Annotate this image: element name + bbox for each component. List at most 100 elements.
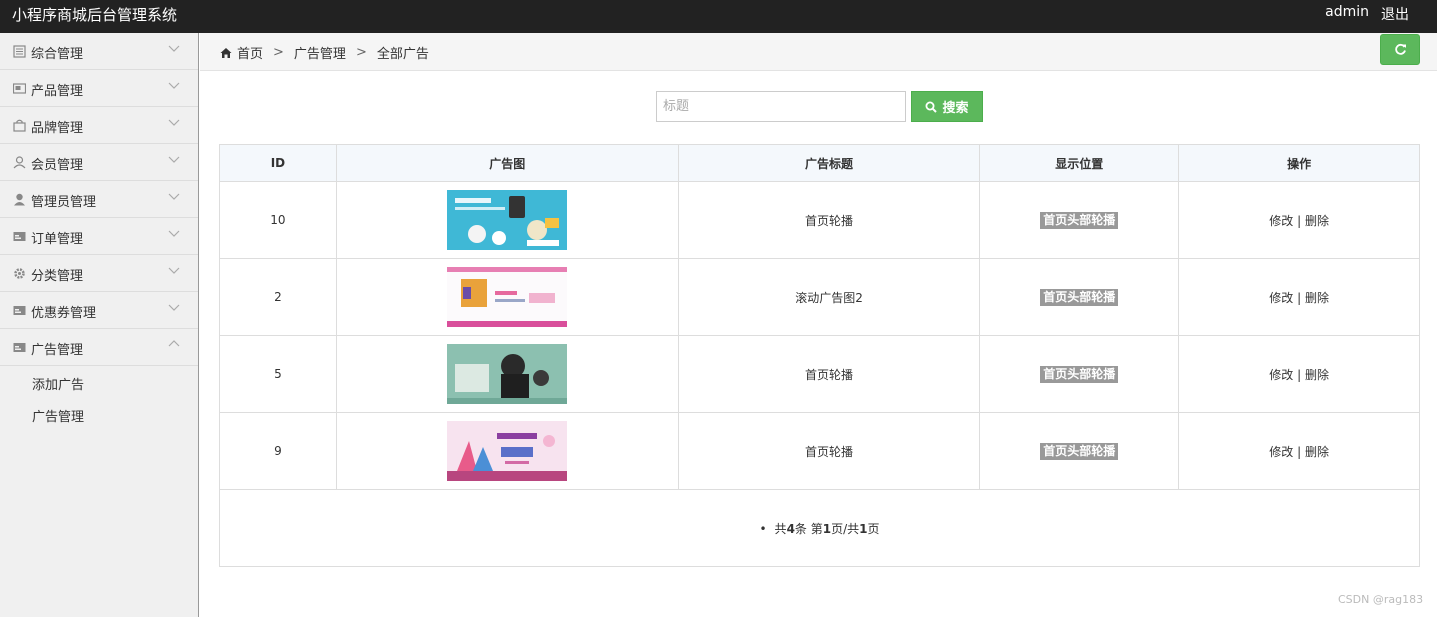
delete-link[interactable]: 删除 <box>1305 291 1329 305</box>
sidebar-item-orders[interactable]: 订单管理 <box>0 218 198 255</box>
bullet-icon: • <box>759 521 767 536</box>
position-badge: 首页头部轮播 <box>1040 442 1119 460</box>
edit-link[interactable]: 修改 <box>1269 445 1293 459</box>
column-header-actions: 操作 <box>1178 144 1420 182</box>
card-icon <box>13 341 26 354</box>
position-badge: 首页头部轮播 <box>1040 211 1119 229</box>
pager-suffix: 页 <box>867 521 880 536</box>
cell-actions: 修改 | 删除 <box>1178 258 1420 336</box>
edit-link[interactable]: 修改 <box>1269 291 1293 305</box>
sidebar-item-label: 优惠券管理 <box>31 306 97 321</box>
sidebar-item-label: 综合管理 <box>31 47 84 62</box>
sidebar-item-categories[interactable]: 分类管理 <box>0 255 198 292</box>
search-input[interactable] <box>656 91 906 122</box>
refresh-icon <box>1395 43 1406 55</box>
card-icon <box>13 230 26 243</box>
submenu-ad-management[interactable]: 广告管理 <box>0 402 198 434</box>
chevron-down-icon <box>168 304 180 311</box>
position-badge: 首页头部轮播 <box>1040 365 1119 383</box>
pagination: • 共4条 第1页/共1页 <box>219 489 1420 567</box>
pager-mid2: 页/共 <box>831 521 860 536</box>
pagination-row: • 共4条 第1页/共1页 <box>219 489 1420 567</box>
image-icon <box>12 82 27 95</box>
action-separator: | <box>1297 367 1302 382</box>
sidebar-item-label: 会员管理 <box>31 158 84 173</box>
action-separator: | <box>1297 444 1302 459</box>
cell-title: 首页轮播 <box>677 335 981 413</box>
delete-link[interactable]: 删除 <box>1305 368 1329 382</box>
user-icon <box>13 193 26 206</box>
edit-link[interactable]: 修改 <box>1269 214 1293 228</box>
delete-link[interactable]: 删除 <box>1305 445 1329 459</box>
chevron-down-icon <box>168 45 180 52</box>
sidebar-item-admins[interactable]: 管理员管理 <box>0 181 198 218</box>
sidebar-item-members[interactable]: 会员管理 <box>0 144 198 181</box>
refresh-button[interactable] <box>1380 34 1420 65</box>
table-row: 2 滚动广告图2 首页头部轮播 修改 | 删除 <box>219 258 1420 336</box>
cell-image <box>335 412 679 490</box>
cell-id: 9 <box>219 412 337 490</box>
sidebar-submenu-ads: 添加广告 广告管理 <box>0 366 198 434</box>
breadcrumb-separator: > <box>355 45 367 60</box>
pager-page-count: 1 <box>859 521 868 536</box>
delete-link[interactable]: 删除 <box>1305 214 1329 228</box>
sidebar-item-coupons[interactable]: 优惠券管理 <box>0 292 198 329</box>
sidebar: 综合管理 产品管理 品牌管理 会员管理 管理员管理 订单管理 分类管理 优惠券管… <box>0 33 199 617</box>
chevron-down-icon <box>168 230 180 237</box>
cell-actions: 修改 | 删除 <box>1178 412 1420 490</box>
app-title: 小程序商城后台管理系统 <box>12 6 178 24</box>
cell-actions: 修改 | 删除 <box>1178 335 1420 413</box>
sidebar-item-ads[interactable]: 广告管理 <box>0 329 198 366</box>
search-button-label: 搜索 <box>942 101 969 116</box>
sidebar-item-label: 管理员管理 <box>31 195 97 210</box>
gear-icon <box>13 267 26 280</box>
home-icon <box>220 47 232 58</box>
search-button[interactable]: 搜索 <box>911 91 983 122</box>
chevron-down-icon <box>168 119 180 126</box>
breadcrumb-separator: > <box>273 45 284 60</box>
bag-icon <box>13 119 26 132</box>
breadcrumb-all-ads: 全部广告 <box>376 47 429 62</box>
action-separator: | <box>1297 290 1302 305</box>
logout-link[interactable]: 退出 <box>1381 4 1409 24</box>
cell-id: 2 <box>219 258 337 336</box>
cell-position: 首页头部轮播 <box>979 181 1180 259</box>
submenu-add-ad[interactable]: 添加广告 <box>0 370 198 402</box>
table-row: 9 首页轮播 首页头部轮播 修改 | 删除 <box>219 412 1420 490</box>
sidebar-item-general[interactable]: 综合管理 <box>0 33 198 70</box>
column-header-id: ID <box>219 144 337 182</box>
table-row: 5 首页轮播 首页头部轮播 修改 | 删除 <box>219 335 1420 413</box>
breadcrumb-ad-management[interactable]: 广告管理 <box>294 43 346 62</box>
chevron-down-icon <box>168 82 180 89</box>
column-header-image: 广告图 <box>335 144 679 182</box>
sidebar-item-label: 品牌管理 <box>31 121 84 136</box>
pager-current-page: 1 <box>822 521 832 536</box>
list-icon <box>13 45 26 58</box>
cell-title: 滚动广告图2 <box>677 258 981 336</box>
top-navbar: 小程序商城后台管理系统 admin 退出 <box>0 0 1437 33</box>
cell-title: 首页轮播 <box>677 412 981 490</box>
sidebar-item-label: 分类管理 <box>31 269 84 284</box>
edit-link[interactable]: 修改 <box>1269 368 1293 382</box>
pager-prefix: 共 <box>774 521 787 536</box>
breadcrumb-bar: 首页 > 广告管理 > 全部广告 <box>200 33 1437 71</box>
cell-actions: 修改 | 删除 <box>1178 181 1420 259</box>
column-header-title: 广告标题 <box>677 144 981 182</box>
chevron-down-icon <box>168 156 180 163</box>
breadcrumb-home[interactable]: 首页 <box>237 43 263 62</box>
sidebar-item-label: 广告管理 <box>31 343 84 358</box>
username-link[interactable]: admin <box>1325 4 1369 20</box>
column-header-position: 显示位置 <box>979 144 1180 182</box>
table-row: 10 首页轮播 首页头部轮播 修改 | 删除 <box>219 181 1420 259</box>
ad-thumbnail <box>447 267 568 327</box>
sidebar-item-label: 订单管理 <box>31 232 84 247</box>
ads-table: ID 广告图 广告标题 显示位置 操作 10 首页轮播 首页头部轮播 修改 | … <box>219 144 1420 567</box>
cell-position: 首页头部轮播 <box>979 412 1180 490</box>
cell-image <box>335 335 679 413</box>
search-icon <box>925 101 938 113</box>
table-header-row: ID 广告图 广告标题 显示位置 操作 <box>219 144 1420 182</box>
sidebar-item-brands[interactable]: 品牌管理 <box>0 107 198 144</box>
cell-title: 首页轮播 <box>677 181 981 259</box>
cell-image <box>335 181 679 259</box>
sidebar-item-products[interactable]: 产品管理 <box>0 70 198 107</box>
